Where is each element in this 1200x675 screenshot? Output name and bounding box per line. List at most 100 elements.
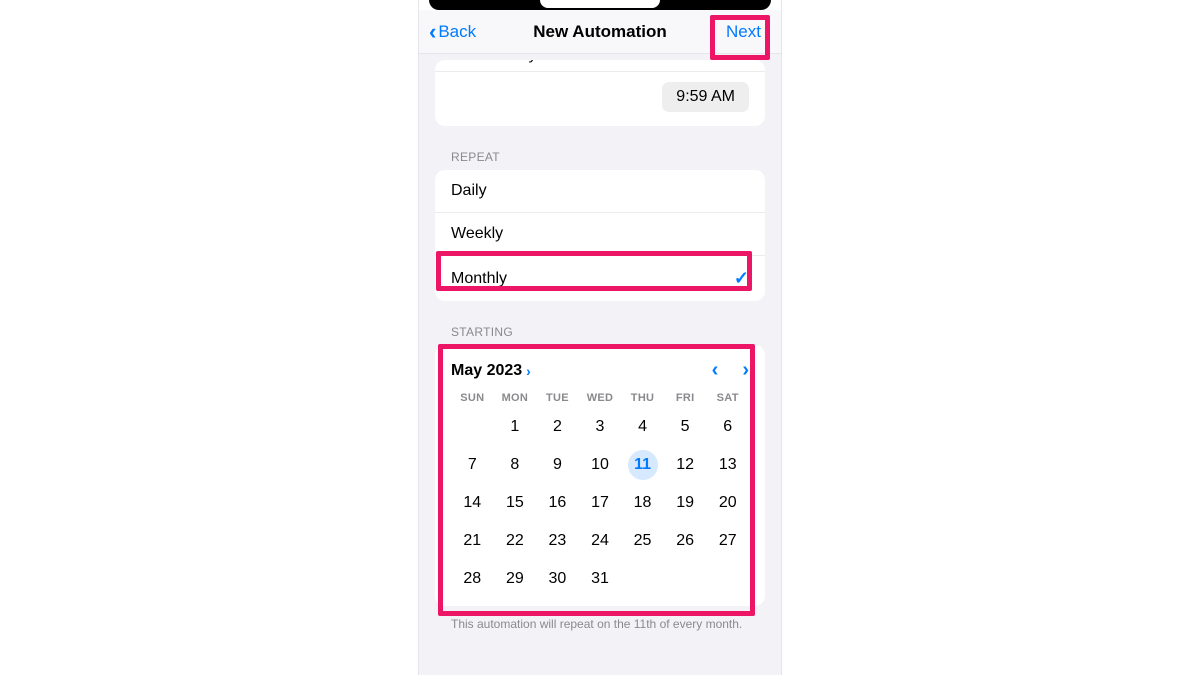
status-bar	[419, 0, 781, 10]
calendar-day-number: 24	[591, 532, 609, 550]
calendar-day[interactable]: 21	[451, 526, 494, 556]
calendar-day[interactable]: 11	[621, 450, 664, 480]
calendar-day[interactable]: 7	[451, 450, 494, 480]
calendar-day-number: 7	[468, 456, 477, 474]
calendar-day-number: 10	[591, 456, 609, 474]
time-chip-row: 9:59 AM	[435, 72, 765, 112]
calendar-day-number: 8	[510, 456, 519, 474]
calendar-day-number: 15	[506, 494, 524, 512]
chevron-right-icon: ›	[526, 363, 531, 379]
calendar-day[interactable]: 1	[494, 412, 537, 442]
calendar-day[interactable]: 4	[621, 412, 664, 442]
month-label: May 2023	[451, 362, 522, 380]
month-picker[interactable]: May 2023 ›	[451, 362, 531, 380]
calendar-day[interactable]: 6	[706, 412, 749, 442]
calendar-day-number: 16	[549, 494, 567, 512]
calendar-day[interactable]: 8	[494, 450, 537, 480]
calendar-day-number: 19	[676, 494, 694, 512]
calendar-day-number: 29	[506, 570, 524, 588]
calendar-day[interactable]: 25	[621, 526, 664, 556]
repeat-option-monthly[interactable]: Monthly ✓	[435, 255, 765, 301]
calendar-day[interactable]: 15	[494, 488, 537, 518]
calendar-day-number: 6	[723, 418, 732, 436]
back-label: Back	[438, 22, 476, 42]
navigation-bar: ‹ Back New Automation Next	[419, 10, 781, 54]
chevron-left-icon: ‹	[429, 21, 436, 43]
next-button[interactable]: Next	[718, 18, 769, 46]
calendar-day[interactable]: 22	[494, 526, 537, 556]
calendar-day[interactable]: 2	[536, 412, 579, 442]
repeat-option-label: Monthly	[451, 270, 507, 288]
calendar-day[interactable]: 30	[536, 564, 579, 594]
time-of-day-label-row: Time of Day	[435, 60, 765, 72]
calendar-day[interactable]: 12	[664, 450, 707, 480]
time-of-day-label: Time of Day	[451, 60, 537, 63]
calendar-day[interactable]: 14	[451, 488, 494, 518]
checkmark-icon: ✓	[734, 268, 749, 289]
calendar-day[interactable]: 28	[451, 564, 494, 594]
calendar-day-number: 28	[463, 570, 481, 588]
repeat-option-label: Weekly	[451, 225, 503, 243]
calendar-day[interactable]: 10	[579, 450, 622, 480]
calendar-day-number: 12	[676, 456, 694, 474]
calendar-day[interactable]: 27	[706, 526, 749, 556]
calendar-day-number: 30	[549, 570, 567, 588]
sheet-grabber	[540, 0, 660, 8]
prev-month-button[interactable]: ‹	[712, 359, 719, 382]
repeat-list: Daily Weekly Monthly ✓	[435, 170, 765, 301]
calendar-day-number: 11	[628, 450, 658, 480]
calendar-day-number: 20	[719, 494, 737, 512]
content-scroll[interactable]: Time of Day 9:59 AM REPEAT Daily Weekly Mo…	[419, 54, 781, 669]
calendar-dow: THU	[621, 392, 664, 404]
repeat-footnote: This automation will repeat on the 11th …	[451, 616, 749, 633]
calendar-day[interactable]: 9	[536, 450, 579, 480]
calendar-dow: WED	[579, 392, 622, 404]
calendar-day[interactable]: 5	[664, 412, 707, 442]
repeat-option-daily[interactable]: Daily	[435, 170, 765, 212]
calendar-day[interactable]: 16	[536, 488, 579, 518]
time-value: 9:59 AM	[676, 88, 735, 105]
repeat-option-label: Daily	[451, 182, 487, 200]
calendar-day[interactable]: 20	[706, 488, 749, 518]
calendar-dow: TUE	[536, 392, 579, 404]
calendar-day-number: 31	[591, 570, 609, 588]
calendar-day[interactable]: 13	[706, 450, 749, 480]
calendar-day-number: 1	[510, 418, 519, 436]
time-of-day-card: Time of Day 9:59 AM	[435, 60, 765, 126]
repeat-section-header: REPEAT	[451, 150, 749, 164]
page-title: New Automation	[533, 22, 666, 42]
back-button[interactable]: ‹ Back	[429, 21, 476, 43]
calendar-day[interactable]: 19	[664, 488, 707, 518]
calendar-day[interactable]: 18	[621, 488, 664, 518]
calendar-day-number: 9	[553, 456, 562, 474]
calendar-dow: MON	[494, 392, 537, 404]
calendar-day-number: 17	[591, 494, 609, 512]
calendar-day-number: 13	[719, 456, 737, 474]
calendar-day-number: 3	[596, 418, 605, 436]
calendar-day[interactable]: 23	[536, 526, 579, 556]
repeat-option-weekly[interactable]: Weekly	[435, 212, 765, 255]
calendar-dow: SUN	[451, 392, 494, 404]
calendar-dow: SAT	[706, 392, 749, 404]
calendar-day[interactable]: 26	[664, 526, 707, 556]
calendar-day[interactable]: 31	[579, 564, 622, 594]
calendar-day-number: 4	[638, 418, 647, 436]
calendar-nav: ‹ ›	[712, 359, 749, 382]
calendar-day-number: 2	[553, 418, 562, 436]
calendar-day[interactable]: 29	[494, 564, 537, 594]
calendar-day-number: 21	[463, 532, 481, 550]
calendar-day-number: 27	[719, 532, 737, 550]
next-month-button[interactable]: ›	[742, 359, 749, 382]
calendar-day[interactable]: 3	[579, 412, 622, 442]
calendar-day-number: 23	[549, 532, 567, 550]
calendar-dow: FRI	[664, 392, 707, 404]
calendar-day[interactable]: 17	[579, 488, 622, 518]
calendar-day-number: 25	[634, 532, 652, 550]
calendar-card: May 2023 › ‹ › SUNMONTUEWEDTHUFRISAT1234…	[435, 345, 765, 606]
calendar-day-number: 5	[681, 418, 690, 436]
time-picker-chip[interactable]: 9:59 AM	[662, 82, 749, 112]
calendar-day-number: 22	[506, 532, 524, 550]
starting-section-header: STARTING	[451, 325, 749, 339]
calendar-day[interactable]: 24	[579, 526, 622, 556]
calendar-day-number: 26	[676, 532, 694, 550]
